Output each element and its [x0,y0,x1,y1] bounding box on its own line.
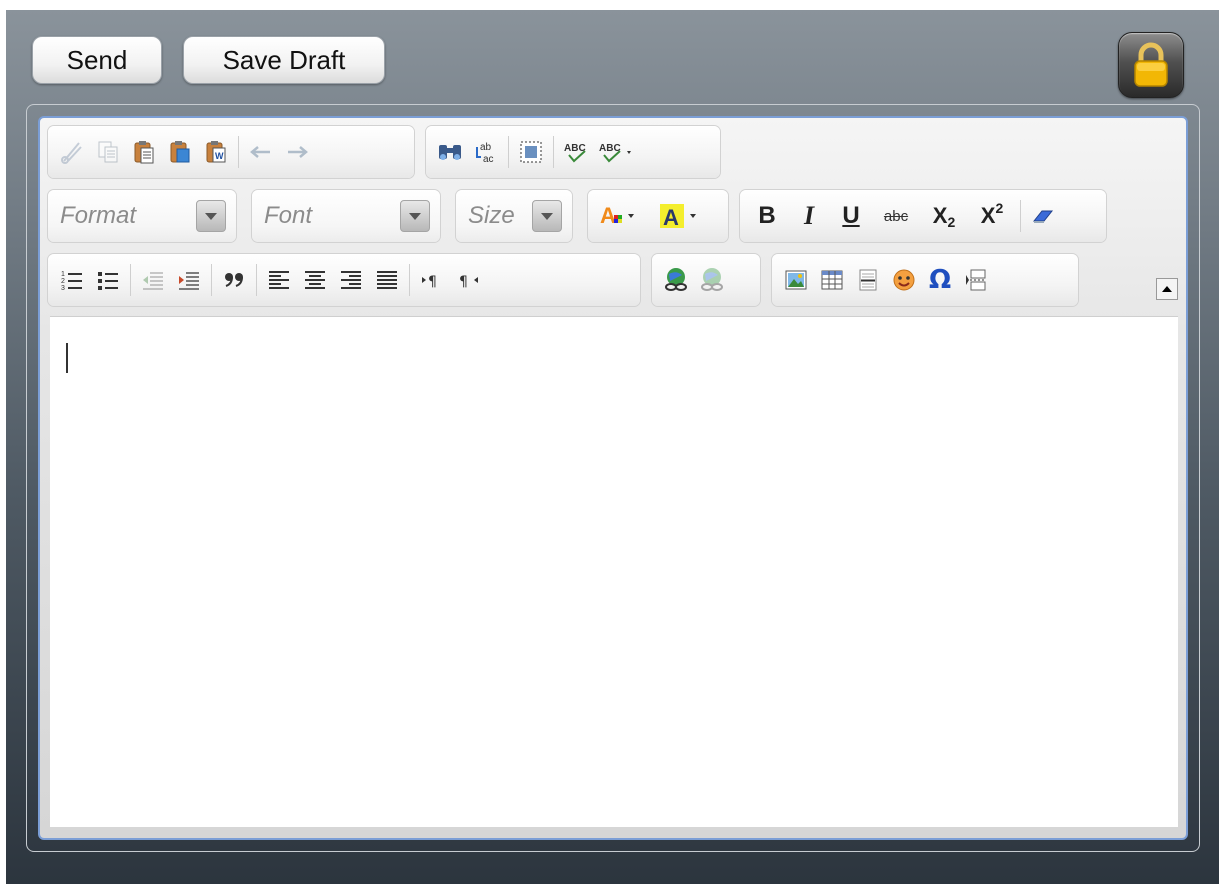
svg-text:¶: ¶ [428,274,437,290]
text-direction-ltr-icon[interactable]: ¶ [414,262,450,298]
superscript-button[interactable]: X2 [968,198,1016,234]
toolbar-row-2: Format Font Size A A B I U abc X 2 X 2 [48,190,1118,242]
collapse-toolbar-button[interactable] [1156,278,1178,300]
rich-text-editor: W ab ac ABC ABC Format Font Size A A B I… [38,116,1188,840]
svg-text:3: 3 [61,285,65,292]
paste-icon[interactable] [126,134,162,170]
svg-text:A: A [600,203,616,228]
link-icon[interactable] [658,262,694,298]
redo-icon[interactable] [279,134,315,170]
subscript-button[interactable]: X2 [920,198,968,234]
table-icon[interactable] [814,262,850,298]
format-combo-label: Format [60,202,137,229]
horizontal-line-icon[interactable] [850,262,886,298]
smiley-icon[interactable] [886,262,922,298]
toolbar-row-3: 123 ¶ ¶ Ω [48,254,1090,306]
paste-word-icon[interactable]: W [198,134,234,170]
svg-text:1: 1 [61,271,65,278]
background-color-icon[interactable]: A [654,198,714,234]
svg-text:A: A [663,205,679,230]
italic-button[interactable]: I [788,198,830,234]
superscript-base: X [980,203,996,228]
undo-icon[interactable] [243,134,279,170]
chevron-down-icon [196,200,226,232]
separator [238,136,239,168]
eraser-icon[interactable] [1025,198,1061,234]
select-all-icon[interactable] [513,134,549,170]
size-combo[interactable]: Size [456,190,572,242]
justify-icon[interactable] [369,262,405,298]
chevron-down-icon [532,200,562,232]
basic-styles-group: B I U abc X2 X2 [740,190,1106,242]
underline-button[interactable]: U [830,198,872,234]
text-color-icon[interactable]: A [594,198,654,234]
spellcheck-icon[interactable]: ABC [558,134,594,170]
separator [211,264,212,296]
separator [409,264,410,296]
save-draft-button[interactable]: Save Draft [183,36,385,84]
copy-icon[interactable] [90,134,126,170]
compose-panel: Send Save Draft W ab ac ABC ABC Format F… [6,10,1219,884]
cut-icon[interactable] [54,134,90,170]
find-icon[interactable] [432,134,468,170]
svg-text:ab: ab [480,142,492,153]
font-combo[interactable]: Font [252,190,440,242]
numbered-list-icon[interactable]: 123 [54,262,90,298]
bold-button[interactable]: B [746,198,788,234]
find-group: ab ac ABC ABC [426,126,720,178]
subscript-base: X [932,203,948,228]
color-group: A A [588,190,728,242]
svg-text:2: 2 [61,278,65,285]
insert-group: Ω [772,254,1078,306]
separator [130,264,131,296]
superscript-mark: 2 [995,200,1004,216]
separator [553,136,554,168]
svg-text:¶: ¶ [459,274,468,290]
replace-icon[interactable]: ab ac [468,134,504,170]
increase-indent-icon[interactable] [171,262,207,298]
decrease-indent-icon[interactable] [135,262,171,298]
page-break-icon[interactable] [958,262,994,298]
svg-text:W: W [215,151,224,161]
text-direction-rtl-icon[interactable]: ¶ [450,262,486,298]
unlink-icon[interactable] [694,262,730,298]
blockquote-icon[interactable] [216,262,252,298]
send-button[interactable]: Send [32,36,162,84]
links-group [652,254,760,306]
align-center-icon[interactable] [297,262,333,298]
align-right-icon[interactable] [333,262,369,298]
font-combo-label: Font [264,202,313,229]
image-icon[interactable] [778,262,814,298]
toolbar-row-1: W ab ac ABC ABC [48,126,732,178]
subscript-mark: 2 [947,214,956,230]
svg-text:ac: ac [483,154,494,165]
separator [1020,200,1021,232]
editor-content-area[interactable] [50,316,1178,827]
format-combo[interactable]: Format [48,190,236,242]
paragraph-group: 123 ¶ ¶ [48,254,640,306]
chevron-down-icon [400,200,430,232]
special-character-icon[interactable]: Ω [922,262,958,298]
spellcheck-as-you-type-icon[interactable]: ABC [594,134,640,170]
text-caret [66,343,68,373]
align-left-icon[interactable] [261,262,297,298]
separator [508,136,509,168]
separator [256,264,257,296]
paste-text-icon[interactable] [162,134,198,170]
clipboard-group: W [48,126,414,178]
lock-button[interactable] [1118,32,1184,98]
bulleted-list-icon[interactable] [90,262,126,298]
size-combo-label: Size [468,202,515,229]
lock-icon [1134,42,1168,87]
strikethrough-button[interactable]: abc [872,198,920,234]
